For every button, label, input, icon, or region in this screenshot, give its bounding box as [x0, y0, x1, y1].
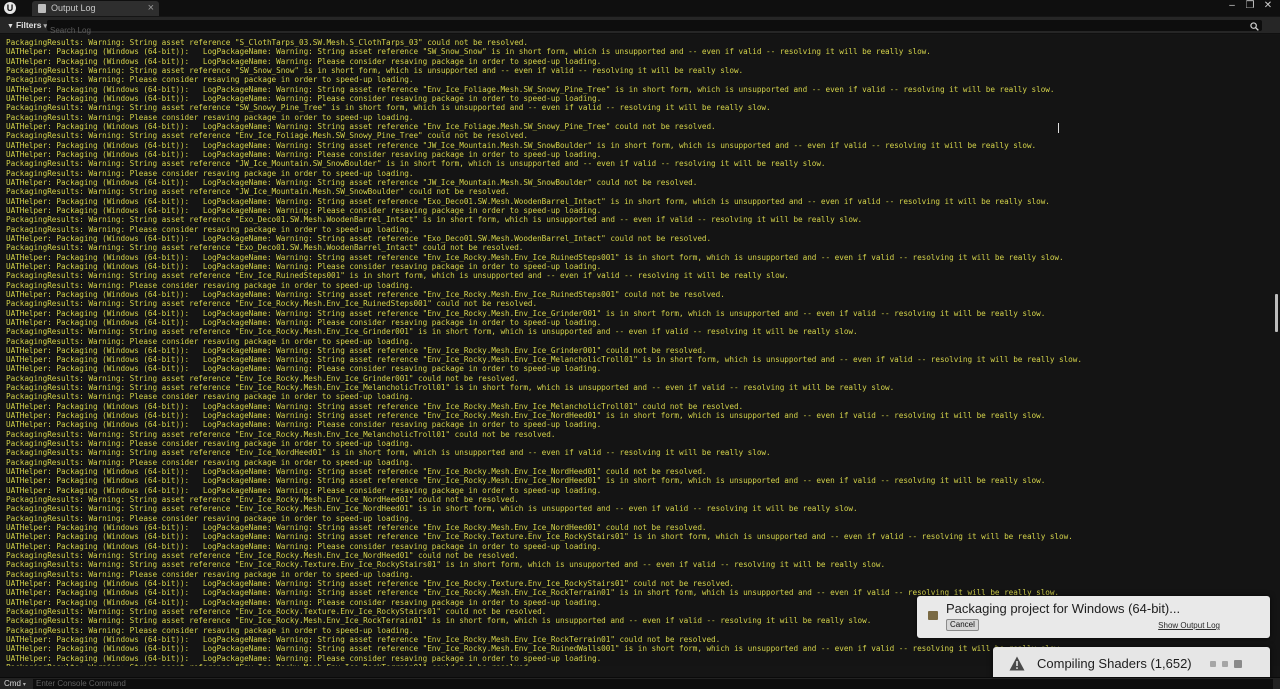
- log-line: PackagingResults: Warning: String asset …: [6, 383, 895, 393]
- log-line: PackagingResults: Warning: String asset …: [6, 65, 744, 75]
- log-line: PackagingResults: Warning: Please consid…: [6, 439, 414, 449]
- compiling-shaders-title: Compiling Shaders (1,652): [1037, 656, 1192, 671]
- log-line: PackagingResults: Warning: Please consid…: [6, 336, 414, 346]
- log-line: UATHelper: Packaging (Windows (64-bit)):…: [6, 84, 1055, 94]
- chevron-down-icon: ▾: [22, 682, 26, 688]
- search-icon[interactable]: [1250, 22, 1259, 31]
- log-line: UATHelper: Packaging (Windows (64-bit)):…: [6, 56, 602, 66]
- log-icon: [38, 4, 46, 13]
- throbber-dot: [1210, 661, 1216, 667]
- log-line: UATHelper: Packaging (Windows (64-bit)):…: [6, 47, 931, 57]
- filter-icon: ▼: [7, 23, 14, 30]
- log-line: PackagingResults: Warning: String asset …: [6, 504, 858, 514]
- console-bar: Cmd ▾: [0, 677, 1280, 689]
- log-line: UATHelper: Packaging (Windows (64-bit)):…: [6, 420, 602, 430]
- unreal-logo-icon[interactable]: U: [4, 2, 16, 14]
- log-line: UATHelper: Packaging (Windows (64-bit)):…: [6, 196, 1050, 206]
- log-line: PackagingResults: Warning: String asset …: [6, 551, 519, 561]
- maximize-button[interactable]: ❐: [1244, 0, 1256, 12]
- log-line: UATHelper: Packaging (Windows (64-bit)):…: [6, 317, 602, 327]
- package-icon: [928, 611, 938, 620]
- log-line: UATHelper: Packaging (Windows (64-bit)):…: [6, 411, 1046, 421]
- output-log[interactable]: PackagingResults: Warning: String asset …: [0, 35, 1280, 666]
- log-line: UATHelper: Packaging (Windows (64-bit)):…: [6, 345, 707, 355]
- close-window-button[interactable]: ✕: [1262, 0, 1274, 12]
- log-line: UATHelper: Packaging (Windows (64-bit)):…: [6, 653, 602, 663]
- log-line: UATHelper: Packaging (Windows (64-bit)):…: [6, 289, 725, 299]
- log-line: PackagingResults: Warning: String asset …: [6, 560, 886, 570]
- filters-label: Filters: [15, 20, 42, 30]
- console-command-input[interactable]: [33, 679, 1273, 689]
- log-line: PackagingResults: Warning: Please consid…: [6, 224, 414, 234]
- log-line: UATHelper: Packaging (Windows (64-bit)):…: [6, 308, 1046, 318]
- tab-close-icon[interactable]: ×: [148, 1, 154, 15]
- log-line: UATHelper: Packaging (Windows (64-bit)):…: [6, 233, 712, 243]
- log-line: UATHelper: Packaging (Windows (64-bit)):…: [6, 401, 744, 411]
- text-cursor-icon: [1058, 123, 1061, 133]
- log-line: UATHelper: Packaging (Windows (64-bit)):…: [6, 523, 707, 533]
- log-line: PackagingResults: Warning: String asset …: [6, 663, 1082, 666]
- log-line: UATHelper: Packaging (Windows (64-bit)):…: [6, 532, 1073, 542]
- log-line: PackagingResults: Warning: Please consid…: [6, 392, 414, 402]
- log-line: PackagingResults: Warning: Please consid…: [6, 513, 414, 523]
- throbber-dot: [1234, 660, 1242, 668]
- log-line: PackagingResults: Warning: String asset …: [6, 215, 863, 225]
- throbber-dot: [1222, 661, 1228, 667]
- cmd-dropdown[interactable]: Cmd ▾: [4, 678, 26, 689]
- show-output-log-link[interactable]: Show Output Log: [1158, 621, 1220, 631]
- title-bar: U Output Log × – ❐ ✕: [0, 0, 1280, 16]
- log-line: UATHelper: Packaging (Windows (64-bit)):…: [6, 364, 602, 374]
- log-lines: PackagingResults: Warning: String asset …: [6, 38, 1082, 666]
- cancel-button[interactable]: Cancel: [946, 619, 979, 631]
- log-line: UATHelper: Packaging (Windows (64-bit)):…: [6, 579, 734, 589]
- vertical-scrollbar[interactable]: [1275, 294, 1278, 332]
- log-line: PackagingResults: Warning: String asset …: [6, 299, 538, 309]
- log-line: PackagingResults: Warning: Please consid…: [6, 112, 414, 122]
- log-line: PackagingResults: Warning: Please consid…: [6, 457, 414, 467]
- cmd-label: Cmd: [4, 679, 21, 688]
- log-line: UATHelper: Packaging (Windows (64-bit)):…: [6, 261, 602, 271]
- log-line: PackagingResults: Warning: Please consid…: [6, 75, 414, 85]
- log-line: UATHelper: Packaging (Windows (64-bit)):…: [6, 93, 602, 103]
- warning-icon: [1009, 656, 1025, 671]
- log-line: UATHelper: Packaging (Windows (64-bit)):…: [6, 205, 602, 215]
- log-line: PackagingResults: Warning: String asset …: [6, 103, 771, 113]
- log-line: UATHelper: Packaging (Windows (64-bit)):…: [6, 541, 602, 551]
- log-line: UATHelper: Packaging (Windows (64-bit)):…: [6, 252, 1064, 262]
- log-line: PackagingResults: Warning: String asset …: [6, 243, 524, 253]
- log-line: PackagingResults: Warning: String asset …: [6, 271, 789, 281]
- packaging-notification: Packaging project for Windows (64-bit)..…: [917, 596, 1270, 638]
- log-line: PackagingResults: Warning: String asset …: [6, 38, 528, 47]
- log-line: UATHelper: Packaging (Windows (64-bit)):…: [6, 644, 1064, 654]
- log-line: PackagingResults: Warning: String asset …: [6, 429, 556, 439]
- log-toolbar: ▼ Filters ▾: [0, 17, 1280, 36]
- packaging-title: Packaging project for Windows (64-bit)..…: [946, 601, 1181, 616]
- search-box: [47, 20, 1262, 36]
- tab-label: Output Log: [51, 3, 96, 13]
- log-line: UATHelper: Packaging (Windows (64-bit)):…: [6, 485, 602, 495]
- log-line: PackagingResults: Warning: String asset …: [6, 159, 826, 169]
- log-line: PackagingResults: Warning: Please consid…: [6, 280, 414, 290]
- log-line: UATHelper: Packaging (Windows (64-bit)):…: [6, 476, 1046, 486]
- log-line: PackagingResults: Warning: String asset …: [6, 131, 528, 141]
- minimize-button[interactable]: –: [1226, 0, 1238, 12]
- log-line: PackagingResults: Warning: Please consid…: [6, 569, 414, 579]
- log-line: PackagingResults: Warning: String asset …: [6, 327, 858, 337]
- log-line: PackagingResults: Warning: String asset …: [6, 187, 510, 197]
- log-line: PackagingResults: Warning: Please consid…: [6, 168, 414, 178]
- log-line: UATHelper: Packaging (Windows (64-bit)):…: [6, 140, 1037, 150]
- log-line: UATHelper: Packaging (Windows (64-bit)):…: [6, 355, 1082, 365]
- log-line: UATHelper: Packaging (Windows (64-bit)):…: [6, 177, 698, 187]
- log-line: UATHelper: Packaging (Windows (64-bit)):…: [6, 121, 716, 131]
- tab-output-log[interactable]: Output Log ×: [32, 1, 159, 16]
- log-line: PackagingResults: Warning: String asset …: [6, 495, 519, 505]
- log-line: PackagingResults: Warning: String asset …: [6, 448, 771, 458]
- log-line: PackagingResults: Warning: String asset …: [6, 373, 519, 383]
- progress-throbber: [1210, 660, 1242, 668]
- log-line: UATHelper: Packaging (Windows (64-bit)):…: [6, 149, 602, 159]
- log-line: UATHelper: Packaging (Windows (64-bit)):…: [6, 467, 707, 477]
- filters-button[interactable]: ▼ Filters ▾: [4, 19, 50, 32]
- window-controls: – ❐ ✕: [1226, 0, 1274, 14]
